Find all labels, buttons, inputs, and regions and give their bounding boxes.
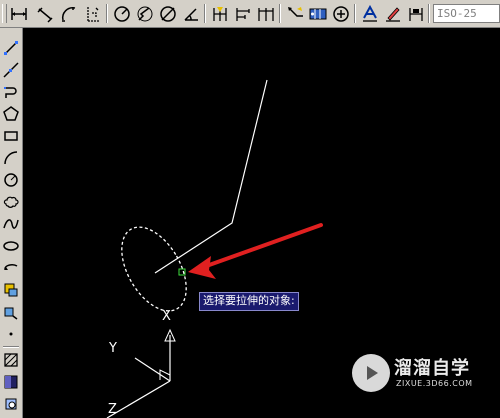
spline-icon[interactable] <box>1 214 21 234</box>
line-icon[interactable] <box>1 38 21 58</box>
angular-dimension-icon[interactable] <box>180 3 201 24</box>
toolbar-separator <box>428 4 430 23</box>
arc-icon[interactable] <box>1 148 21 168</box>
dimension-style-select[interactable]: ISO-25 <box>433 4 500 23</box>
toolbar-separator <box>279 4 281 23</box>
continue-dimension-icon[interactable] <box>255 3 276 24</box>
region-icon[interactable] <box>1 394 21 414</box>
toolbar-separator <box>3 346 19 348</box>
point-icon[interactable] <box>1 324 21 344</box>
ellipse-arc-icon[interactable] <box>1 258 21 278</box>
center-mark-icon[interactable] <box>330 3 351 24</box>
insert-block-icon[interactable] <box>1 280 21 300</box>
dynamic-input-prompt: 选择要拉伸的对象: <box>199 292 299 311</box>
ellipse-icon[interactable] <box>1 236 21 256</box>
annotation-arrow-shaft <box>196 223 323 271</box>
dimension-update-icon[interactable] <box>405 3 426 24</box>
toolbar-separator <box>204 4 206 23</box>
revision-cloud-icon[interactable] <box>1 192 21 212</box>
play-icon <box>352 354 390 392</box>
toolbar-separator <box>106 4 108 23</box>
annotation-arrowhead <box>188 256 216 279</box>
hatch-icon[interactable] <box>1 350 21 370</box>
dimension-text-edit-icon[interactable] <box>382 3 403 24</box>
dimension-edit-icon[interactable] <box>359 3 380 24</box>
watermark-logo: 溜溜自学 ZIXUE.3D66.COM <box>352 352 476 396</box>
linear-dimension-icon[interactable] <box>8 3 29 24</box>
quick-dimension-icon[interactable] <box>209 3 230 24</box>
rectangle-icon[interactable] <box>1 126 21 146</box>
watermark-title: 溜溜自学 <box>394 358 470 379</box>
make-block-icon[interactable] <box>1 302 21 322</box>
gradient-icon[interactable] <box>1 372 21 392</box>
diameter-dimension-icon[interactable] <box>157 3 178 24</box>
radius-dimension-icon[interactable] <box>111 3 132 24</box>
polygon-icon[interactable] <box>1 104 21 124</box>
toolbar-separator <box>354 4 356 23</box>
quick-leader-icon[interactable] <box>284 3 305 24</box>
polyline-icon[interactable] <box>1 82 21 102</box>
toolbar-grip[interactable] <box>2 4 7 23</box>
ucs-y-label: Y <box>109 341 117 356</box>
dimension-toolbar: ISO-25 <box>0 0 500 28</box>
baseline-dimension-icon[interactable] <box>232 3 253 24</box>
ucs-z-label: Z <box>108 402 117 417</box>
polyline-object <box>154 79 268 274</box>
draw-toolbar <box>0 28 23 418</box>
ucs-y-axis <box>134 357 171 382</box>
ucs-x-label: X <box>162 309 171 324</box>
construction-line-icon[interactable] <box>1 60 21 80</box>
ordinate-dimension-icon[interactable] <box>82 3 103 24</box>
tolerance-icon[interactable] <box>307 3 328 24</box>
jogged-dimension-icon[interactable] <box>134 3 155 24</box>
aligned-dimension-icon[interactable] <box>34 3 55 24</box>
selected-ellipse <box>121 226 187 312</box>
circle-icon[interactable] <box>1 170 21 190</box>
watermark-subtitle: ZIXUE.3D66.COM <box>396 379 473 388</box>
arc-length-icon[interactable] <box>58 3 79 24</box>
